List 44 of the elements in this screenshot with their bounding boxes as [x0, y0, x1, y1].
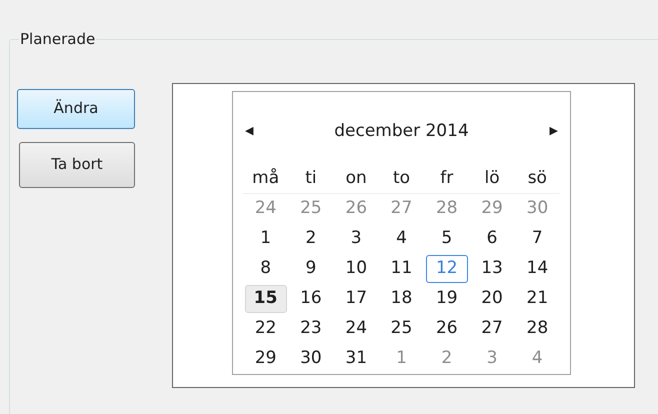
- weekday-label: to: [392, 166, 412, 190]
- day-cell[interactable]: 16: [290, 284, 332, 312]
- day-cell[interactable]: 31: [335, 344, 378, 372]
- day-cell[interactable]: 25: [380, 314, 422, 342]
- weekday-label: ti: [304, 166, 318, 190]
- day-cell[interactable]: 19: [426, 284, 468, 312]
- weekday-label: sö: [526, 166, 548, 190]
- day-cell[interactable]: 28: [516, 314, 558, 342]
- day-cell[interactable]: 3: [335, 224, 378, 252]
- day-cell[interactable]: 30: [290, 344, 332, 372]
- day-cell[interactable]: 26: [426, 314, 468, 342]
- day-cell[interactable]: 14: [516, 254, 558, 282]
- weekday-label: fr: [439, 166, 454, 190]
- day-cell[interactable]: 7: [516, 224, 558, 252]
- day-cell[interactable]: 1: [244, 224, 287, 252]
- weekday-label: on: [344, 166, 368, 190]
- action-button[interactable]: Ta bort: [19, 142, 135, 188]
- day-cell[interactable]: 11: [380, 254, 422, 282]
- day-cell[interactable]: 5: [426, 224, 468, 252]
- day-cell[interactable]: 24: [335, 314, 378, 342]
- group-title: Planerade: [19, 29, 96, 50]
- action-button[interactable]: Ändra: [17, 88, 135, 128]
- day-cell[interactable]: 22: [244, 314, 287, 342]
- day-cell[interactable]: 21: [516, 284, 558, 312]
- day-cell[interactable]: 27: [471, 314, 514, 342]
- day-cell[interactable]: 17: [335, 284, 378, 312]
- day-cell[interactable]: 4: [380, 224, 422, 252]
- day-cell[interactable]: 8: [244, 254, 287, 282]
- day-cell[interactable]: 10: [335, 254, 378, 282]
- day-cell[interactable]: 15: [244, 284, 287, 312]
- next-month-button[interactable]: ▶: [550, 123, 558, 140]
- day-cell[interactable]: 9: [290, 254, 332, 282]
- previous-month-button[interactable]: ◀: [245, 123, 254, 140]
- day-cell[interactable]: 2: [290, 224, 332, 252]
- day-cell[interactable]: 18: [380, 284, 422, 312]
- weekday-label: må: [251, 166, 280, 190]
- day-cell[interactable]: 12: [426, 254, 468, 282]
- day-cell[interactable]: 23: [290, 314, 332, 342]
- day-cell[interactable]: 6: [471, 224, 514, 252]
- day-cell[interactable]: 13: [471, 254, 514, 282]
- weekday-label: lö: [484, 166, 501, 190]
- day-cell[interactable]: 29: [244, 344, 287, 372]
- month-title: december 2014: [334, 120, 469, 143]
- day-cell[interactable]: 20: [471, 284, 514, 312]
